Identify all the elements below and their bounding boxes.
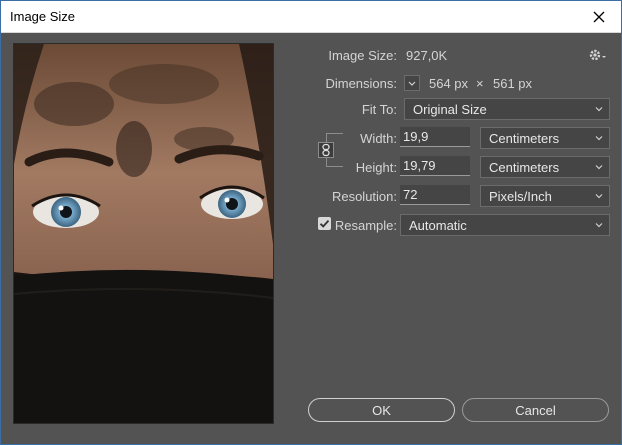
image-size-value: 927,0K [406, 48, 448, 63]
ok-button[interactable]: OK [308, 398, 455, 422]
ok-button-label: OK [372, 402, 391, 418]
chevron-down-icon [595, 194, 603, 199]
resolution-input[interactable]: 72 [400, 185, 470, 205]
chevron-down-icon [595, 223, 603, 228]
dimensions-label: Dimensions: [325, 76, 397, 91]
resample-checkbox[interactable] [318, 217, 331, 230]
width-input[interactable]: 19,9 [400, 127, 470, 147]
gear-icon [589, 49, 606, 61]
resample-label: Resample: [334, 218, 397, 233]
image-size-dialog: Image Size Image Size: 927,0K Dimensions… [0, 0, 622, 445]
title-bar: Image Size [1, 1, 621, 33]
checkmark-icon [319, 219, 330, 228]
dimensions-height: 561 px [493, 76, 533, 91]
chevron-down-icon [408, 81, 416, 86]
dimensions-times: × [476, 76, 484, 91]
dialog-title: Image Size [10, 9, 76, 24]
width-label: Width: [360, 131, 397, 146]
preview-photo [14, 44, 273, 423]
image-preview[interactable] [13, 43, 274, 424]
dimensions-width: 564 px [429, 76, 469, 91]
width-unit-select[interactable]: Centimeters [480, 127, 610, 149]
height-label: Height: [355, 160, 397, 175]
fit-to-label: Fit To: [361, 102, 397, 117]
dialog-body: Image Size: 927,0K Dimensions: 564 px × … [1, 33, 621, 444]
width-value: 19,9 [403, 129, 429, 144]
resolution-unit-value: Pixels/Inch [489, 189, 552, 204]
chevron-down-icon [595, 165, 603, 170]
width-unit-value: Centimeters [489, 131, 560, 146]
height-input[interactable]: 19,79 [400, 156, 470, 176]
height-unit-select[interactable]: Centimeters [480, 156, 610, 178]
chevron-down-icon [595, 136, 603, 141]
image-size-label: Image Size: [328, 48, 397, 63]
close-icon [593, 11, 605, 22]
cancel-button-label: Cancel [515, 402, 556, 418]
resample-method-value: Automatic [409, 218, 467, 233]
dimensions-units-dropdown[interactable] [404, 75, 420, 91]
height-value: 19,79 [403, 158, 436, 173]
fit-to-value: Original Size [413, 102, 487, 117]
resample-method-select[interactable]: Automatic [400, 214, 610, 236]
cancel-button[interactable]: Cancel [462, 398, 609, 422]
resolution-value: 72 [403, 187, 418, 202]
settings-menu-button[interactable] [588, 47, 608, 63]
resolution-unit-select[interactable]: Pixels/Inch [480, 185, 610, 207]
height-unit-value: Centimeters [489, 160, 560, 175]
fit-to-select[interactable]: Original Size [404, 98, 610, 120]
resolution-label: Resolution: [331, 189, 397, 204]
close-button[interactable] [577, 1, 621, 32]
chevron-down-icon [595, 107, 603, 112]
